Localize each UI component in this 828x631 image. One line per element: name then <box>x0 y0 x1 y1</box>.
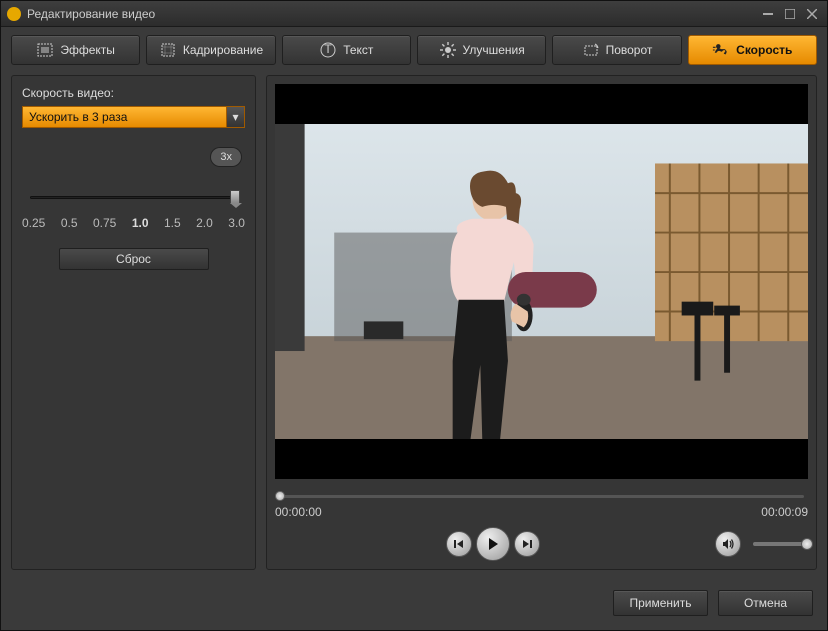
tab-label: Улучшения <box>463 43 525 57</box>
preview-panel: 00:00:00 00:00:09 <box>266 75 817 570</box>
window-title: Редактирование видео <box>27 7 755 21</box>
text-icon: T <box>319 41 337 59</box>
volume-slider[interactable] <box>753 542 808 546</box>
tab-label: Поворот <box>606 43 653 57</box>
titlebar: Редактирование видео <box>1 1 827 27</box>
speed-slider-thumb[interactable] <box>230 190 240 204</box>
speed-ticks: 0.25 0.5 0.75 1.0 1.5 2.0 3.0 <box>22 216 245 230</box>
speed-preset-dropdown[interactable]: Ускорить в 3 раза ▾ <box>22 106 245 128</box>
footer: Применить Отмена <box>1 580 827 630</box>
tab-enhance[interactable]: Улучшения <box>417 35 546 65</box>
tab-label: Кадрирование <box>183 43 263 57</box>
tab-rotate[interactable]: Поворот <box>552 35 681 65</box>
crop-icon <box>159 41 177 59</box>
speed-label: Скорость видео: <box>22 86 245 100</box>
apply-button[interactable]: Применить <box>613 590 708 616</box>
rotate-icon <box>582 41 600 59</box>
timeline-track <box>279 495 804 498</box>
speed-slider-track[interactable] <box>30 196 237 199</box>
svg-text:T: T <box>325 42 333 56</box>
app-icon <box>7 7 21 21</box>
volume-thumb[interactable] <box>801 538 813 550</box>
prev-button[interactable] <box>446 531 472 557</box>
tab-crop[interactable]: Кадрирование <box>146 35 275 65</box>
tab-label: Текст <box>343 43 373 57</box>
playback-controls <box>275 527 808 561</box>
time-total: 00:00:09 <box>761 505 808 519</box>
speed-icon <box>712 41 730 59</box>
timeline[interactable] <box>275 491 808 501</box>
time-current: 00:00:00 <box>275 505 322 519</box>
tab-effects[interactable]: Эффекты <box>11 35 140 65</box>
minimize-button[interactable] <box>759 7 777 21</box>
tab-speed[interactable]: Скорость <box>688 35 817 65</box>
volume-button[interactable] <box>715 531 741 557</box>
tab-label: Эффекты <box>60 43 115 57</box>
close-button[interactable] <box>803 7 821 21</box>
maximize-button[interactable] <box>781 7 799 21</box>
play-button[interactable] <box>476 527 510 561</box>
tab-bar: Эффекты Кадрирование T Текст Улучшения По… <box>1 27 827 75</box>
cancel-button[interactable]: Отмена <box>718 590 813 616</box>
tab-label: Скорость <box>736 43 792 57</box>
timeline-thumb[interactable] <box>275 491 285 501</box>
tab-text[interactable]: T Текст <box>282 35 411 65</box>
speed-preset-value: Ускорить в 3 раза <box>23 110 226 124</box>
speed-panel: Скорость видео: Ускорить в 3 раза ▾ 3x 0… <box>11 75 256 570</box>
video-preview <box>275 84 808 479</box>
speed-bubble: 3x <box>211 148 241 166</box>
effects-icon <box>36 41 54 59</box>
next-button[interactable] <box>514 531 540 557</box>
enhance-icon <box>439 41 457 59</box>
reset-button[interactable]: Сброс <box>59 248 209 270</box>
chevron-down-icon: ▾ <box>226 107 244 127</box>
